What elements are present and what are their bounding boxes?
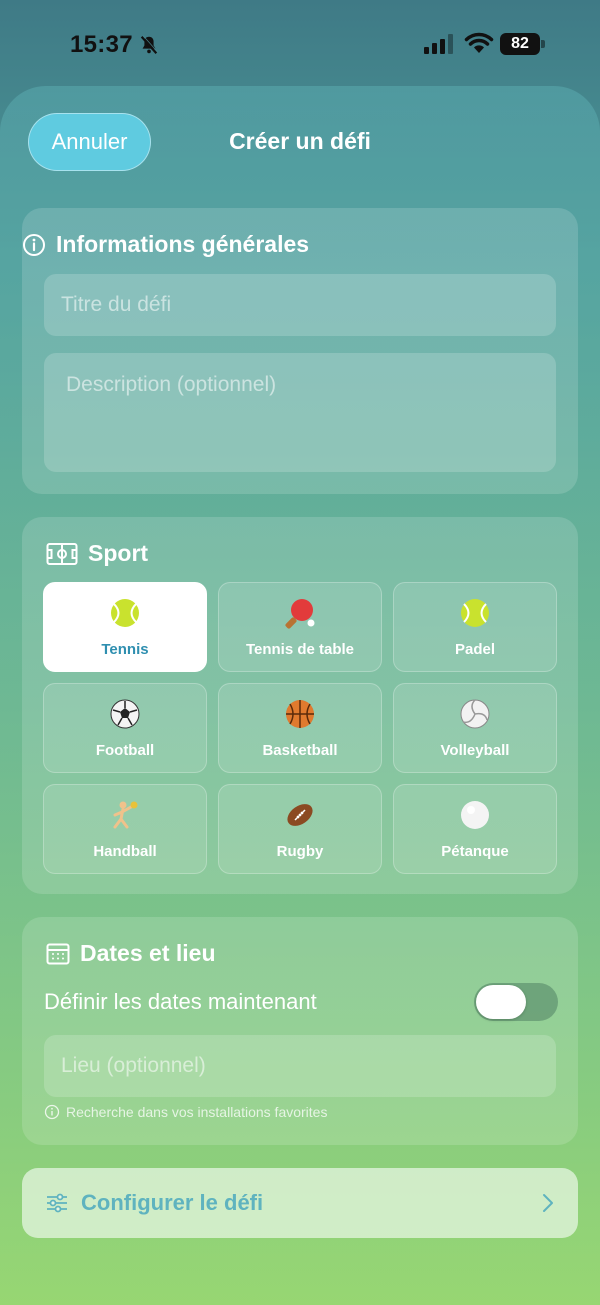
battery-level: 82: [500, 33, 540, 55]
basketball-icon: [219, 698, 381, 730]
volleyball-icon: [394, 698, 556, 730]
dates-header: Dates et lieu: [46, 940, 216, 967]
white-circle-icon: [394, 799, 556, 831]
status-time: 15:37: [70, 31, 133, 58]
hint-text: Recherche dans vos installations favorit…: [66, 1104, 328, 1120]
wifi-icon: [464, 32, 494, 53]
info-icon: [23, 233, 45, 256]
define-dates-label: Définir les dates maintenant: [44, 989, 317, 1014]
sport-tile-basketball[interactable]: Basketball: [218, 683, 382, 773]
field-icon: [46, 542, 78, 565]
sport-label: Basketball: [262, 742, 338, 759]
sport-label: Volleyball: [440, 742, 510, 759]
location-input[interactable]: Lieu (optionnel): [44, 1035, 556, 1097]
battery-tip: [541, 40, 545, 48]
description-input[interactable]: Description (optionnel): [44, 353, 556, 472]
configure-challenge-button[interactable]: Configurer le défi: [22, 1168, 578, 1238]
sport-tile-rugby[interactable]: Rugby: [218, 784, 382, 874]
title-input[interactable]: Titre du défi: [44, 274, 556, 336]
sport-header: Sport: [46, 540, 148, 567]
sport-label: Pétanque: [441, 843, 509, 860]
general-info-title: Informations générales: [56, 231, 310, 257]
sport-tile-handball[interactable]: Handball: [43, 784, 207, 874]
page-title: Créer un défi: [229, 128, 371, 154]
cancel-button[interactable]: Annuler: [28, 113, 151, 171]
sport-label: Rugby: [276, 843, 324, 860]
sport-label: Handball: [93, 843, 157, 860]
sport-tile-table-tennis[interactable]: Tennis de table: [218, 582, 382, 672]
rugby-ball-icon: [219, 799, 381, 831]
battery-icon: 82: [500, 33, 546, 55]
sport-label: Football: [95, 742, 155, 759]
bell-off-icon: [140, 35, 158, 54]
sport-tile-padel[interactable]: Padel: [393, 582, 557, 672]
location-placeholder: Lieu (optionnel): [61, 1054, 206, 1077]
dates-title: Dates et lieu: [80, 940, 216, 966]
define-dates-toggle[interactable]: [474, 983, 558, 1021]
tennis-ball-icon: [44, 597, 206, 629]
chevron-right-icon: [543, 1194, 553, 1212]
soccer-ball-icon: [44, 698, 206, 730]
info-small-icon: [44, 1104, 60, 1120]
sport-tile-football[interactable]: Football: [43, 683, 207, 773]
sport-tile-petanque[interactable]: Pétanque: [393, 784, 557, 874]
sport-title: Sport: [88, 540, 149, 566]
sport-label: Tennis: [101, 641, 149, 658]
sport-label: Padel: [454, 641, 496, 658]
sport-tile-tennis[interactable]: Tennis: [43, 582, 207, 672]
signal-icon: [424, 34, 453, 54]
ping-pong-icon: [219, 597, 381, 629]
calendar-icon: [46, 943, 70, 964]
padel-ball-icon: [394, 597, 556, 629]
general-info-header: Informations générales: [22, 231, 309, 258]
configure-label: Configurer le défi: [81, 1190, 264, 1215]
sport-label: Tennis de table: [245, 641, 355, 658]
location-hint: Recherche dans vos installations favorit…: [44, 1104, 327, 1120]
description-placeholder: Description (optionnel): [66, 373, 277, 396]
sport-tile-volleyball[interactable]: Volleyball: [393, 683, 557, 773]
handball-player-icon: [44, 799, 206, 831]
status-bar: 15:37 82: [0, 0, 600, 88]
title-placeholder: Titre du défi: [61, 293, 172, 316]
toggle-knob: [476, 985, 526, 1019]
sliders-icon: [47, 1193, 67, 1213]
